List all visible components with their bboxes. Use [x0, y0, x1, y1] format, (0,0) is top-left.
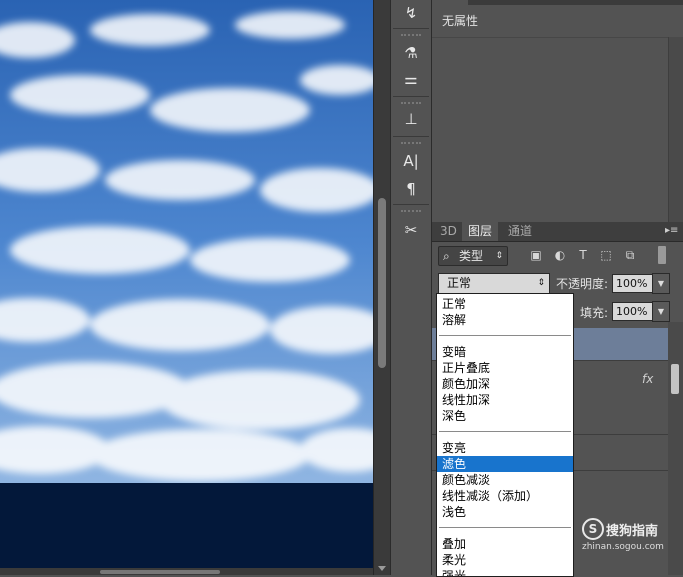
blend-option-linear-burn[interactable]: 线性加深 — [437, 392, 573, 408]
history-icon[interactable]: ↯ — [391, 0, 431, 26]
blend-option-overlay[interactable]: 叠加 — [437, 536, 573, 552]
updown-icon: ⇕ — [537, 278, 545, 288]
sogou-logo-icon: S — [582, 518, 604, 540]
separator — [439, 527, 571, 528]
blend-option-screen[interactable]: 滤色 — [437, 456, 573, 472]
search-icon: ⌕ — [443, 249, 450, 263]
blend-mode-value: 正常 — [447, 276, 472, 290]
separator — [439, 335, 571, 336]
blend-option-darker-color[interactable]: 深色 — [437, 408, 573, 424]
blend-option-lighten[interactable]: 变亮 — [437, 440, 573, 456]
tab-3d[interactable]: 3D — [434, 222, 463, 241]
document-canvas[interactable] — [0, 0, 373, 575]
watermark-brand: 搜狗指南 — [606, 524, 659, 539]
blend-option-color-burn[interactable]: 颜色加深 — [437, 376, 573, 392]
tab-channels[interactable]: 通道 — [502, 222, 538, 241]
fill-input[interactable]: 100% — [612, 302, 657, 321]
separator — [393, 204, 429, 205]
canvas-horizontal-scrollbar[interactable] — [0, 568, 373, 575]
sogou-watermark: S 搜狗指南 zhinan.sogou.com — [580, 518, 680, 558]
blend-mode-select[interactable]: 正常 ⇕ — [438, 273, 550, 294]
fill-label: 填充: — [580, 306, 609, 320]
blend-option-dissolve[interactable]: 溶解 — [437, 312, 573, 328]
scrollbar-thumb[interactable] — [378, 198, 386, 368]
tab-layers[interactable]: 图层 — [462, 222, 499, 241]
blend-option-lighter-color[interactable]: 浅色 — [437, 504, 573, 520]
character-panel-icon[interactable]: A| — [391, 148, 431, 174]
separator — [439, 431, 571, 432]
grip-handle[interactable] — [401, 142, 421, 146]
pixel-filter-icon[interactable]: ▣ — [528, 247, 544, 263]
scroll-down-arrow-icon[interactable] — [378, 566, 386, 571]
filter-toggle-switch[interactable] — [658, 246, 666, 264]
tool-presets-icon[interactable]: ✂ — [391, 217, 431, 243]
watermark-url: zhinan.sogou.com — [582, 542, 664, 552]
blend-option-darken[interactable]: 变暗 — [437, 344, 573, 360]
brush-presets-icon[interactable]: ⚗ — [391, 40, 431, 66]
paragraph-panel-icon[interactable]: ¶ — [391, 176, 431, 202]
fill-dropdown-arrow-icon[interactable]: ▼ — [652, 301, 670, 322]
grip-handle[interactable] — [401, 210, 421, 214]
filter-kind-label: 类型 — [459, 249, 484, 263]
opacity-dropdown-arrow-icon[interactable]: ▼ — [652, 273, 670, 294]
blend-option-color-dodge[interactable]: 颜色减淡 — [437, 472, 573, 488]
properties-tab-strip — [432, 0, 683, 5]
separator — [393, 96, 429, 97]
clone-source-icon[interactable]: ⊥ — [391, 106, 431, 132]
type-filter-icon[interactable]: T — [575, 247, 591, 263]
blend-option-multiply[interactable]: 正片叠底 — [437, 360, 573, 376]
properties-scrollbar[interactable] — [668, 37, 683, 222]
adjustment-sliders-icon[interactable]: ⚌ — [391, 66, 431, 92]
adjustment-filter-icon[interactable]: ◐ — [552, 247, 568, 263]
panel-tool-strip: ↯ ⚗ ⚌ ⊥ A| ¶ ✂ — [390, 0, 432, 575]
layer-filter-select[interactable]: ⌕ 类型 ⇕ — [438, 246, 508, 266]
scrollbar-thumb[interactable] — [671, 364, 679, 394]
smart-object-filter-icon[interactable]: ⧉ — [622, 247, 638, 263]
shape-filter-icon[interactable]: ⬚ — [598, 247, 614, 263]
properties-panel: 无属性 — [432, 0, 683, 223]
blend-option-normal[interactable]: 正常 — [437, 296, 573, 312]
properties-body — [432, 37, 668, 223]
sky-clouds-image — [0, 0, 373, 575]
blend-mode-dropdown-list: 正常 溶解 变暗 正片叠底 颜色加深 线性加深 深色 变亮 滤色 颜色减淡 线性… — [436, 293, 574, 577]
grip-handle[interactable] — [401, 34, 421, 38]
blend-option-soft-light[interactable]: 柔光 — [437, 552, 573, 568]
canvas-vertical-scrollbar[interactable] — [373, 0, 390, 575]
scrollbar-thumb[interactable] — [100, 570, 220, 574]
blend-option-linear-dodge[interactable]: 线性减淡（添加） — [437, 488, 573, 504]
blend-option-hard-light[interactable]: 强光 — [437, 568, 573, 576]
properties-title: 无属性 — [442, 14, 479, 28]
opacity-label: 不透明度: — [556, 277, 609, 291]
opacity-input[interactable]: 100% — [612, 274, 657, 293]
separator — [393, 28, 429, 29]
separator — [393, 136, 429, 137]
fx-label: fx — [642, 372, 654, 386]
layers-panel-tabs: 3D 图层 通道 ▸≡ — [432, 222, 683, 242]
panel-menu-icon[interactable]: ▸≡ — [665, 226, 679, 236]
updown-icon: ⇕ — [495, 251, 503, 261]
